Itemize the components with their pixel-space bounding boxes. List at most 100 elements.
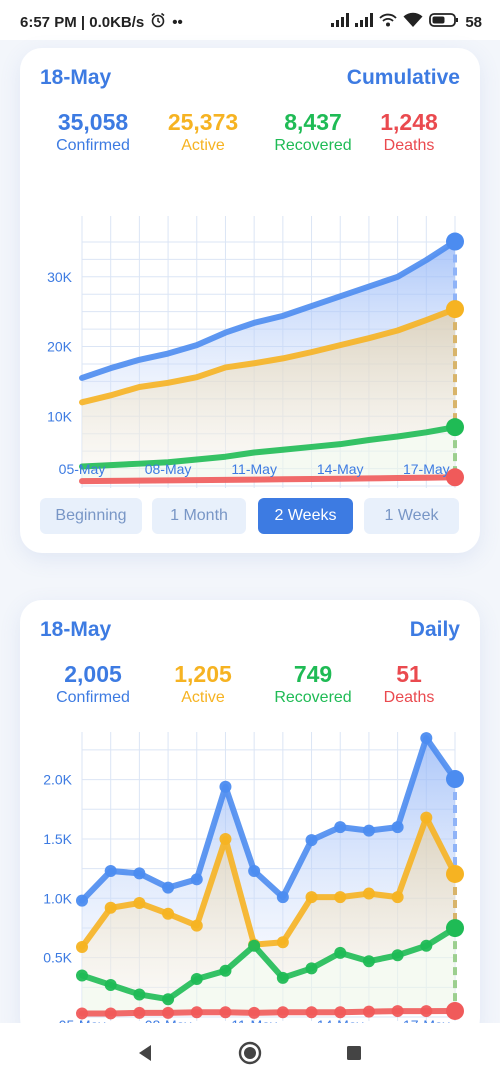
status-time: 6:57 PM | 0.0KB/s <box>20 13 145 31</box>
home-icon <box>238 1041 262 1065</box>
stat-recovered[interactable]: 8,437 Recovered <box>258 110 368 155</box>
deaths-point <box>305 1006 318 1019</box>
cumulative-stats: 35,058 Confirmed 25,373 Active 8,437 Rec… <box>20 110 480 160</box>
deaths-point <box>219 1006 232 1019</box>
tab-1-week[interactable]: 1 Week <box>364 498 459 534</box>
recovered-point <box>334 946 347 959</box>
x-tick-label: 08-May <box>145 461 192 477</box>
recents-icon <box>347 1046 361 1060</box>
deaths-point <box>276 1006 289 1019</box>
confirmed-point <box>104 865 117 878</box>
x-tick-label: 11-May <box>231 461 277 477</box>
active-point <box>391 891 404 904</box>
confirmed-point <box>162 881 175 894</box>
x-tick-label: 14-May <box>317 461 364 477</box>
confirmed-point <box>446 232 464 251</box>
recovered-point <box>362 955 375 968</box>
cumulative-chart[interactable]: 10K 20K 30K 05-May 08-May 11-May 14-May 17-May <box>20 168 480 488</box>
status-bar: 6:57 PM | 0.0KB/s •• 58 <box>0 0 500 40</box>
tab-1-month[interactable]: 1 Month <box>152 498 246 534</box>
cumulative-mode-toggle[interactable]: Cumulative <box>347 66 460 90</box>
recents-button[interactable] <box>342 1041 366 1065</box>
y-tick-label: 1.0K <box>43 890 72 906</box>
cumulative-card: 18-May Cumulative 35,058 Confirmed 25,37… <box>20 48 480 553</box>
recovered-point <box>219 964 232 977</box>
back-button[interactable] <box>133 1041 157 1065</box>
battery-icon <box>429 12 459 32</box>
stat-label: Recovered <box>274 689 352 706</box>
stat-active[interactable]: 1,205 Active <box>148 662 258 707</box>
confirmed-point <box>305 834 318 847</box>
recovered-point <box>190 973 203 986</box>
tab-2-weeks[interactable]: 2 Weeks <box>258 498 353 534</box>
confirmed-point <box>248 865 261 878</box>
deaths-point <box>391 1005 404 1018</box>
recovered-point <box>446 418 464 437</box>
signal-icon <box>331 13 350 31</box>
stat-value: 2,005 <box>64 661 122 687</box>
confirmed-point <box>219 780 232 793</box>
active-point <box>362 887 375 900</box>
recovered-point <box>133 988 146 1001</box>
active-point <box>219 832 232 845</box>
deaths-point <box>190 1006 203 1019</box>
active-point <box>104 901 117 914</box>
daily-chart[interactable]: 0.5K1.0K1.5K2.0K05-May08-May11-May14-May… <box>20 722 480 1040</box>
stat-confirmed[interactable]: 2,005 Confirmed <box>38 662 148 707</box>
stat-confirmed[interactable]: 35,058 Confirmed <box>38 110 148 155</box>
deaths-point <box>104 1007 117 1020</box>
active-point <box>276 936 289 949</box>
active-point <box>190 919 203 932</box>
confirmed-point <box>76 894 88 907</box>
active-point <box>446 300 464 319</box>
deaths-line <box>79 474 458 485</box>
stat-label: Deaths <box>383 137 435 154</box>
signal-icon-2 <box>355 13 374 31</box>
navigation-bar <box>0 1023 500 1083</box>
daily-date: 18-May <box>40 618 112 641</box>
recovered-point <box>276 971 289 984</box>
recovered-point <box>420 939 433 952</box>
stat-recovered[interactable]: 749 Recovered <box>258 662 368 707</box>
deaths-point <box>133 1006 146 1019</box>
x-tick-label: 17-May <box>403 461 450 477</box>
tab-beginning[interactable]: Beginning <box>40 498 142 534</box>
stat-deaths[interactable]: 51 Deaths <box>354 662 464 707</box>
stat-label: Recovered <box>274 137 352 154</box>
confirmed-point <box>362 824 375 837</box>
range-tabs: Beginning 1 Month 2 Weeks 1 Week <box>40 498 460 534</box>
recovered-point <box>248 939 261 952</box>
y-tick-label: 1.5K <box>43 831 72 847</box>
cumulative-date: 18-May <box>40 66 112 89</box>
active-point <box>162 907 175 920</box>
chart-svg: 10K 20K 30K 05-May 08-May 11-May 14-May 17-May <box>47 216 464 488</box>
stat-active[interactable]: 25,373 Active <box>148 110 258 155</box>
active-point <box>334 891 347 904</box>
confirmed-point <box>190 873 203 886</box>
stat-value: 1,205 <box>174 661 232 687</box>
stat-label: Active <box>181 137 225 154</box>
stat-deaths[interactable]: 1,248 Deaths <box>354 110 464 155</box>
y-tick-label: 2.0K <box>43 772 72 788</box>
home-button[interactable] <box>238 1041 262 1065</box>
stat-value: 8,437 <box>284 109 342 135</box>
stat-value: 35,058 <box>57 109 129 135</box>
stat-label: Confirmed <box>56 689 130 706</box>
daily-mode-toggle[interactable]: Daily <box>410 618 460 642</box>
wifi-icon <box>403 12 423 32</box>
deaths-point <box>420 1005 433 1018</box>
chart-svg: 0.5K1.0K1.5K2.0K05-May08-May11-May14-May… <box>43 732 464 1033</box>
y-tick-label: 10K <box>47 408 73 424</box>
confirmed-point <box>391 821 404 834</box>
confirmed-point <box>420 732 433 745</box>
active-point <box>133 897 146 910</box>
stat-value: 749 <box>293 661 333 687</box>
stat-label: Active <box>181 689 225 706</box>
confirmed-point <box>276 891 289 904</box>
battery-percent: 58 <box>465 13 482 31</box>
daily-stats: 2,005 Confirmed 1,205 Active 749 Recover… <box>20 662 480 712</box>
back-icon <box>139 1045 151 1061</box>
stat-value: 1,248 <box>380 109 438 135</box>
recovered-point <box>305 962 318 975</box>
alarm-icon <box>150 12 166 32</box>
